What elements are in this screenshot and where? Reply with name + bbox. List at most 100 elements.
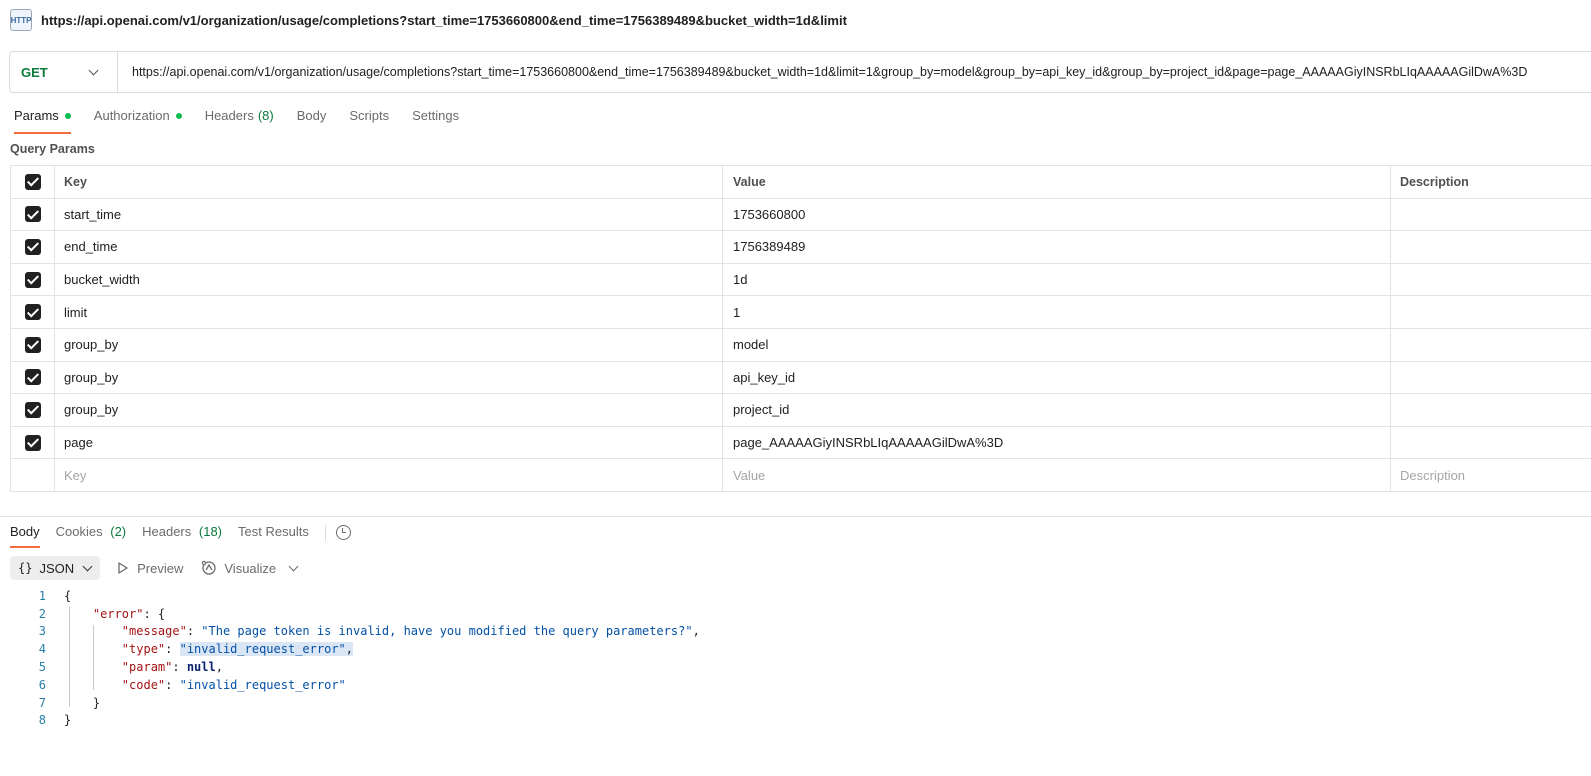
- param-description[interactable]: [1391, 427, 1591, 459]
- line-number: 7: [38, 695, 46, 710]
- param-checkbox[interactable]: [24, 434, 41, 451]
- table-row: limit 1: [11, 296, 1591, 329]
- tab-label: Body: [10, 524, 40, 539]
- tab-label: Test Results: [238, 524, 309, 539]
- param-key[interactable]: end_time: [55, 231, 723, 263]
- tab-response-body[interactable]: Body: [10, 524, 40, 548]
- tab-headers[interactable]: Headers (8): [205, 108, 274, 134]
- param-checkbox[interactable]: [24, 336, 41, 353]
- param-key[interactable]: page: [55, 426, 723, 459]
- param-value[interactable]: api_key_id: [723, 361, 1391, 394]
- param-checkbox[interactable]: [24, 271, 41, 288]
- param-value[interactable]: 1d: [723, 263, 1391, 296]
- param-value[interactable]: 1756389489: [723, 231, 1391, 263]
- tab-scripts[interactable]: Scripts: [349, 108, 389, 134]
- new-param-row: Key Value Description: [11, 459, 1591, 492]
- code-line: 6 "code": "invalid_request_error": [10, 676, 700, 694]
- param-checkbox[interactable]: [24, 238, 41, 255]
- status-dot-icon: [64, 113, 71, 119]
- tab-params[interactable]: Params: [14, 108, 71, 134]
- json-brace: {: [64, 588, 72, 603]
- line-number: 4: [38, 642, 46, 657]
- tab-label: Headers: [204, 108, 254, 123]
- param-value[interactable]: project_id: [723, 394, 1391, 426]
- url-input[interactable]: https://api.openai.com/v1/organization/u…: [132, 65, 1591, 79]
- code-line: 1 {: [10, 587, 700, 605]
- pane-divider[interactable]: [0, 516, 1591, 517]
- code-line: 3 "message": "The page token is invalid,…: [10, 623, 700, 641]
- line-number: 3: [38, 624, 46, 639]
- table-row: page page_AAAAAGiyINSRbLIqAAAAAGilDwA%3D: [11, 426, 1591, 460]
- param-checkbox[interactable]: [24, 401, 41, 418]
- param-key[interactable]: start_time: [55, 198, 723, 231]
- param-checkbox[interactable]: [24, 206, 41, 223]
- line-number: 5: [38, 660, 46, 675]
- json-key: "message": [121, 624, 187, 639]
- json-null: null: [186, 660, 216, 675]
- param-description[interactable]: [1391, 329, 1591, 361]
- json-key: "code": [121, 677, 166, 692]
- param-key[interactable]: group_by: [55, 394, 723, 426]
- tab-authorization[interactable]: Authorization: [94, 108, 182, 134]
- chevron-down-icon[interactable]: [288, 561, 299, 571]
- method-select[interactable]: GET: [10, 52, 118, 92]
- param-value[interactable]: page_AAAAAGiyINSRbLIqAAAAAGilDwA%3D: [723, 426, 1391, 459]
- tab-count: (2): [110, 524, 127, 539]
- param-checkbox[interactable]: [24, 304, 41, 321]
- tab-test-results[interactable]: Test Results: [238, 524, 309, 548]
- param-key[interactable]: bucket_width: [55, 263, 723, 296]
- table-row: bucket_width 1d: [11, 263, 1591, 297]
- new-description-input[interactable]: Description: [1391, 459, 1591, 491]
- param-value[interactable]: 1753660800: [723, 198, 1391, 231]
- request-title[interactable]: https://api.openai.com/v1/organization/u…: [41, 13, 847, 28]
- tab-cookies[interactable]: Cookies (2): [56, 524, 126, 548]
- http-icon: HTTP: [10, 9, 32, 31]
- column-header-value: Value: [723, 166, 1391, 198]
- format-select[interactable]: {} JSON: [10, 556, 101, 580]
- code-line: 4 "type": "invalid_request_error",: [10, 640, 700, 658]
- response-toolbar: {} JSON Preview Visualize: [10, 556, 299, 580]
- tab-label: Params: [14, 108, 59, 123]
- param-checkbox[interactable]: [24, 369, 41, 386]
- history-icon[interactable]: [335, 525, 351, 540]
- tab-label: Authorization: [93, 108, 170, 123]
- param-description[interactable]: [1391, 394, 1591, 426]
- param-key[interactable]: group_by: [55, 361, 723, 394]
- param-value[interactable]: 1: [723, 296, 1391, 328]
- line-number: 1: [38, 588, 46, 603]
- tab-settings[interactable]: Settings: [412, 108, 459, 134]
- tab-label: Body: [296, 108, 327, 123]
- tab-label: Cookies: [55, 524, 103, 539]
- column-header-description: Description: [1400, 174, 1469, 189]
- json-string: "invalid_request_error": [179, 642, 346, 657]
- new-key-input[interactable]: Key: [55, 459, 723, 491]
- select-all-checkbox[interactable]: [24, 173, 41, 190]
- json-key: "type": [121, 642, 166, 657]
- param-key[interactable]: group_by: [55, 328, 723, 361]
- param-description[interactable]: [1391, 362, 1591, 394]
- visualize-button[interactable]: Visualize: [201, 560, 299, 576]
- param-key[interactable]: limit: [55, 296, 723, 328]
- json-key: "error": [92, 606, 144, 621]
- query-params-label: Query Params: [10, 142, 95, 156]
- param-value[interactable]: model: [723, 328, 1391, 361]
- param-description[interactable]: [1391, 264, 1591, 296]
- response-body-viewer[interactable]: 1 { 2 "error": { 3 "message": "The page …: [10, 587, 700, 729]
- code-line: 8 }: [10, 712, 700, 730]
- tab-response-headers[interactable]: Headers (18): [142, 524, 222, 548]
- code-line: 7 }: [10, 694, 700, 712]
- play-icon: [118, 562, 128, 574]
- param-description[interactable]: [1391, 296, 1591, 328]
- method-label: GET: [21, 64, 48, 80]
- column-header-key: Key: [55, 166, 723, 198]
- tab-label: Settings: [412, 108, 460, 123]
- param-description[interactable]: [1391, 199, 1591, 231]
- tab-count: (18): [198, 524, 223, 539]
- preview-button[interactable]: Preview: [118, 561, 183, 576]
- json-key: "param": [121, 660, 173, 675]
- new-value-input[interactable]: Value: [723, 459, 1391, 491]
- tab-label: Headers: [142, 524, 192, 539]
- divider: [324, 525, 326, 541]
- tab-body[interactable]: Body: [297, 108, 327, 134]
- param-description[interactable]: [1391, 231, 1591, 263]
